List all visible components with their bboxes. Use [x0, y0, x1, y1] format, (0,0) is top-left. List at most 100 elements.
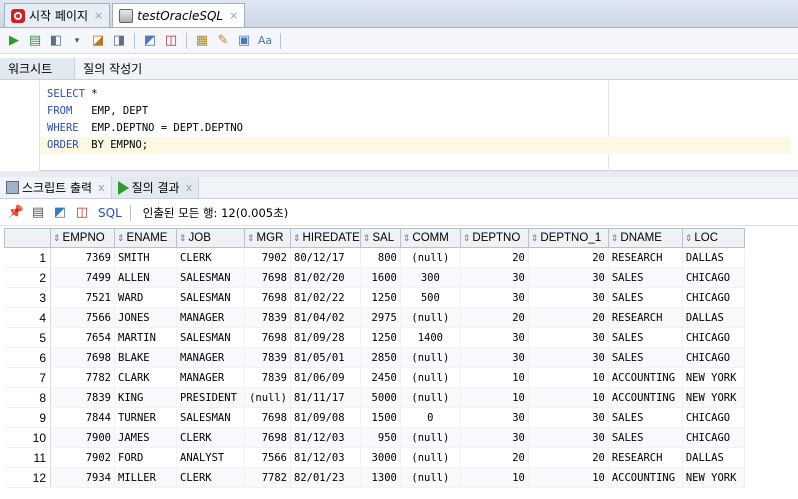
table-cell[interactable]: 7499	[50, 267, 115, 288]
table-cell[interactable]: CHICAGO	[682, 287, 745, 308]
table-cell[interactable]: 7698	[244, 267, 291, 288]
table-cell[interactable]: 300	[400, 267, 461, 288]
table-cell[interactable]: 30	[528, 347, 609, 368]
table-cell[interactable]: 20	[460, 307, 529, 328]
table-cell[interactable]: 5000	[360, 387, 401, 408]
table-cell[interactable]: 7782	[244, 467, 291, 488]
table-cell[interactable]: SALES	[608, 347, 683, 368]
table-cell[interactable]: 7839	[50, 387, 115, 408]
table-cell[interactable]: DALLAS	[682, 447, 745, 468]
table-cell[interactable]: TURNER	[114, 407, 177, 428]
table-row[interactable]: 4 7566 JONES MANAGER 7839 81/04/02 2975 (null) 2…	[4, 307, 745, 328]
table-cell[interactable]: 2850	[360, 347, 401, 368]
table-cell[interactable]: 1250	[360, 287, 401, 308]
table-row[interactable]: 1 7369 SMITH CLERK 7902 80/12/17 800 (null) 20 20…	[4, 247, 745, 268]
table-cell[interactable]: SALES	[608, 427, 683, 448]
table-cell[interactable]: RESEARCH	[608, 447, 683, 468]
table-cell[interactable]: ANALYST	[176, 447, 245, 468]
table-cell[interactable]: CLERK	[176, 247, 245, 268]
sql-editor[interactable]: SELECT * FROM EMP, DEPT WHERE EMP.DEPTNO…	[0, 81, 798, 171]
table-cell[interactable]: 82/01/23	[290, 467, 361, 488]
table-cell[interactable]: 7369	[50, 247, 115, 268]
table-cell[interactable]: SALESMAN	[176, 327, 245, 348]
table-cell[interactable]: 1300	[360, 467, 401, 488]
table-cell[interactable]: 3000	[360, 447, 401, 468]
table-cell[interactable]: MANAGER	[176, 307, 245, 328]
column-header[interactable]: ⇕ ENAME	[114, 228, 177, 248]
table-cell[interactable]: SALESMAN	[176, 267, 245, 288]
case-toggle-icon[interactable]: Aa	[257, 33, 273, 49]
column-header[interactable]: ⇕ MGR	[244, 228, 291, 248]
rollback-icon[interactable]: ◪	[90, 33, 106, 49]
column-header[interactable]: ⇕ DEPTNO_1	[527, 228, 609, 248]
close-icon[interactable]: ×	[94, 9, 103, 22]
column-header[interactable]: ⇕ JOB	[176, 228, 245, 248]
table-cell[interactable]: RESEARCH	[608, 307, 683, 328]
table-cell[interactable]: 7934	[50, 467, 115, 488]
table-cell[interactable]: 10	[460, 467, 529, 488]
eraser-icon[interactable]: ✎	[215, 33, 231, 49]
table-cell[interactable]: 81/11/17	[290, 387, 361, 408]
table-row[interactable]: 8 7839 KING PRESIDENT (null) 81/11/17 5000 (nul…	[4, 387, 745, 408]
tab-worksheet[interactable]: 워크시트	[0, 58, 76, 79]
table-cell[interactable]: 81/02/20	[290, 267, 361, 288]
table-cell[interactable]: 10	[528, 367, 609, 388]
table-row[interactable]: 7 7782 CLARK MANAGER 7839 81/06/09 2450 (null) 1…	[4, 367, 745, 388]
run-script-icon[interactable]: ▤	[27, 33, 43, 49]
table-cell[interactable]: 81/06/09	[290, 367, 361, 388]
table-cell[interactable]: 10	[528, 467, 609, 488]
table-cell[interactable]: ACCOUNTING	[608, 387, 683, 408]
table-cell[interactable]: JAMES	[114, 427, 177, 448]
table-cell[interactable]: 81/09/08	[290, 407, 361, 428]
table-row[interactable]: 10 7900 JAMES CLERK 7698 81/12/03 950 (null) 30 3…	[4, 427, 745, 448]
table-cell[interactable]: 30	[528, 427, 609, 448]
table-cell[interactable]: 7521	[50, 287, 115, 308]
column-header[interactable]: ⇕ DNAME	[607, 228, 683, 248]
table-cell[interactable]: NEW YORK	[682, 367, 745, 388]
table-cell[interactable]: (null)	[400, 307, 461, 328]
table-cell[interactable]: 7698	[244, 407, 291, 428]
table-cell[interactable]: 30	[460, 327, 529, 348]
table-cell[interactable]: 80/12/17	[290, 247, 361, 268]
explain-plan-icon[interactable]: ◨	[111, 33, 127, 49]
sql-link[interactable]: SQL	[98, 206, 122, 220]
dropdown-arrow-icon[interactable]: ▾	[69, 33, 85, 49]
table-cell[interactable]: 1600	[360, 267, 401, 288]
tab-query-result[interactable]: 질의 결과 x	[110, 177, 200, 198]
table-cell[interactable]: (null)	[400, 247, 461, 268]
table-row[interactable]: 6 7698 BLAKE MANAGER 7839 81/05/01 2850 (null) 3…	[4, 347, 745, 368]
table-cell[interactable]: 1250	[360, 327, 401, 348]
query-result-grid[interactable]: ⇕ EMPNO ⇕ ENAME ⇕ JOB ⇕ MGR ⇕ HIREDATE ⇕ SAL ⇕…	[4, 228, 798, 499]
table-cell[interactable]: 10	[460, 387, 529, 408]
table-cell[interactable]: CHICAGO	[682, 267, 745, 288]
table-cell[interactable]: CLERK	[176, 427, 245, 448]
column-header[interactable]: ⇕ LOC	[681, 228, 745, 248]
table-cell[interactable]: KING	[114, 387, 177, 408]
table-cell[interactable]: (null)	[400, 427, 461, 448]
table-cell[interactable]: 0	[400, 407, 461, 428]
tab-query-builder[interactable]: 질의 작성기	[75, 58, 150, 79]
table-cell[interactable]: ACCOUNTING	[608, 367, 683, 388]
table-cell[interactable]: SALES	[608, 407, 683, 428]
table-cell[interactable]: DALLAS	[682, 307, 745, 328]
table-cell[interactable]: 7698	[50, 347, 115, 368]
table-cell[interactable]: 800	[360, 247, 401, 268]
column-header[interactable]: ⇕ COMM	[399, 228, 461, 248]
table-cell[interactable]: JONES	[114, 307, 177, 328]
tab-script-output[interactable]: 스크립트 출력 x	[0, 177, 111, 198]
table-cell[interactable]: SALES	[608, 327, 683, 348]
column-header[interactable]: ⇕ SAL	[359, 228, 401, 248]
table-cell[interactable]: 7654	[50, 327, 115, 348]
table-cell[interactable]: CHICAGO	[682, 327, 745, 348]
run-statement-icon[interactable]: ▶	[6, 33, 22, 49]
table-cell[interactable]: 7902	[244, 247, 291, 268]
table-row[interactable]: 12 7934 MILLER CLERK 7782 82/01/23 1300 (null) 1…	[4, 467, 745, 488]
sql-history-icon[interactable]: ▦	[194, 33, 210, 49]
table-cell[interactable]: (null)	[244, 387, 291, 408]
table-cell[interactable]: 81/04/02	[290, 307, 361, 328]
table-cell[interactable]: 30	[460, 287, 529, 308]
table-cell[interactable]: DALLAS	[682, 247, 745, 268]
table-cell[interactable]: 1500	[360, 407, 401, 428]
table-row[interactable]: 11 7902 FORD ANALYST 7566 81/12/03 3000 (null) 2…	[4, 447, 745, 468]
refresh-icon[interactable]: ◩	[52, 205, 68, 221]
